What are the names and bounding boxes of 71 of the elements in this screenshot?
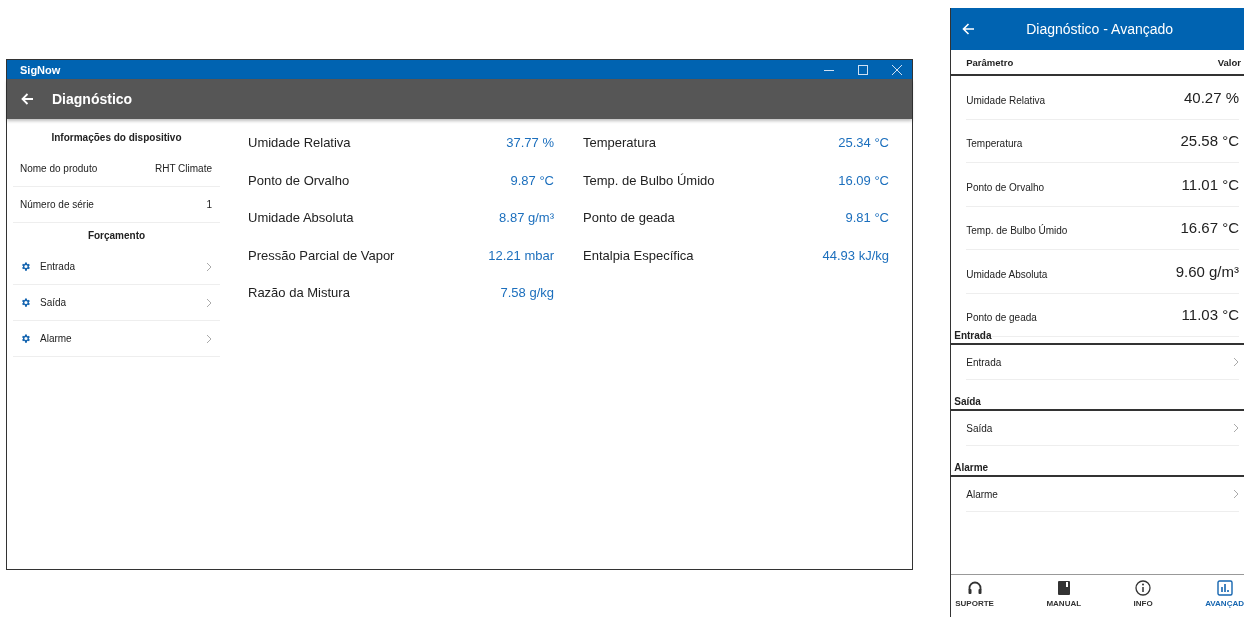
chevron-icon <box>1233 423 1239 433</box>
reading-value: 44.93 kJ/kg <box>822 247 889 265</box>
section-heading: Alarme <box>951 461 1244 477</box>
column-header: Parâmetro <box>966 56 1014 68</box>
bar-chart-icon <box>1216 580 1233 596</box>
reading-value: 9.87 °C <box>510 172 554 190</box>
parameter-value: 16.67 °C <box>1180 219 1239 237</box>
reading-label: Ponto de Orvalho <box>248 172 350 190</box>
back-arrow-icon[interactable] <box>21 93 34 105</box>
reading-label: Umidade Absoluta <box>248 210 354 227</box>
menu-item[interactable]: Alarme <box>13 321 220 357</box>
section-heading: Informações do dispositivo <box>50 131 183 145</box>
section-heading: Forçamento <box>86 229 147 243</box>
parameter-label: Temperatura <box>966 137 1023 150</box>
gear-icon <box>20 333 31 344</box>
parameter-label: Umidade Relativa <box>966 93 1046 106</box>
reading-label: Ponto de geada <box>583 210 675 227</box>
parameter-value: 11.01 °C <box>1181 175 1239 193</box>
reading-label: Umidade Relativa <box>248 135 351 152</box>
maximize-icon[interactable] <box>858 64 869 75</box>
window-title: SigNow <box>20 63 61 76</box>
chevron-icon <box>1233 357 1239 367</box>
reading-value: 12.21 mbar <box>488 247 554 265</box>
info-value: 1 <box>206 199 212 210</box>
menu-item[interactable]: Entrada <box>13 249 220 285</box>
page-title: Diagnóstico <box>52 91 133 107</box>
section-heading: Saída <box>951 395 1244 411</box>
parameter-value: 9.60 g/m³ <box>1175 262 1239 280</box>
menu-item[interactable]: Saída <box>966 411 1239 446</box>
screen-title: Diagnóstico - Avançado <box>1026 21 1174 37</box>
info-icon <box>1135 580 1152 596</box>
parameter-value: 25.58 °C <box>1180 132 1239 150</box>
parameter-label: Umidade Absoluta <box>966 267 1048 280</box>
reading-label: Entalpia Específica <box>583 247 694 265</box>
chevron-icon <box>1233 489 1239 499</box>
reading-value: 37.77 % <box>506 135 554 152</box>
nav-tab[interactable]: SUPORTE <box>955 580 994 617</box>
info-value: RHT Climate <box>154 163 212 174</box>
close-icon[interactable] <box>892 64 903 75</box>
reading-value: 16.09 °C <box>838 172 889 190</box>
reading-value: 8.87 g/m³ <box>499 210 554 227</box>
chevron-icon <box>206 333 212 344</box>
reading-value: 25.34 °C <box>838 135 889 152</box>
menu-item[interactable]: Alarme <box>966 477 1239 512</box>
parameter-value: 11.03 °C <box>1181 306 1239 324</box>
parameter-label: Temp. de Bulbo Úmido <box>966 223 1068 237</box>
info-label: Número de série <box>20 199 94 210</box>
menu-item[interactable]: Entrada <box>966 345 1239 380</box>
info-label: Nome do produto <box>20 163 98 174</box>
section-heading: Entrada <box>951 329 1244 345</box>
reading-label: Pressão Parcial de Vapor <box>248 247 395 265</box>
reading-label: Temperatura <box>583 135 656 152</box>
parameter-value: 40.27 % <box>1183 88 1239 106</box>
headset-icon <box>966 580 983 596</box>
chevron-icon <box>206 261 212 272</box>
reading-value: 7.58 g/kg <box>500 285 554 302</box>
parameter-label: Ponto de geada <box>966 311 1037 324</box>
back-arrow-icon[interactable] <box>962 23 976 35</box>
menu-item[interactable]: Saída <box>13 285 220 321</box>
nav-tab[interactable]: INFO <box>1133 580 1153 617</box>
book-icon <box>1056 580 1071 596</box>
gear-icon <box>20 297 31 308</box>
column-header: Valor <box>1217 56 1241 68</box>
nav-tab[interactable]: MANUAL <box>1046 580 1082 617</box>
reading-value: 9.81 °C <box>845 210 889 227</box>
chevron-icon <box>206 297 212 308</box>
nav-tab[interactable]: AVANÇAD <box>1205 580 1244 617</box>
reading-label: Temp. de Bulbo Úmido <box>583 172 715 190</box>
reading-label: Razão da Mistura <box>248 285 350 302</box>
gear-icon <box>20 261 31 272</box>
parameter-label: Ponto de Orvalho <box>966 180 1045 193</box>
